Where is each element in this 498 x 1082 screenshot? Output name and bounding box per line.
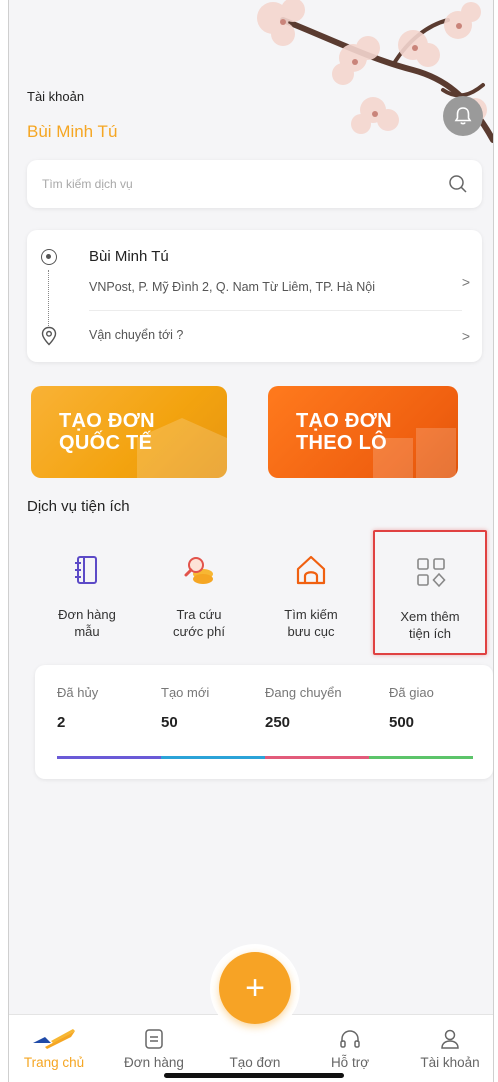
service-post-office-search[interactable]: Tìm kiếm bưu cục (255, 530, 367, 655)
service-label: Xem thêm tiện ích (400, 609, 460, 641)
account-name[interactable]: Bùi Minh Tú (27, 122, 117, 142)
stat-bar-delivered (369, 756, 473, 759)
stat-label: Đã giao (389, 685, 434, 700)
headset-icon (340, 1030, 360, 1048)
grid-more-icon (417, 558, 446, 588)
map-pin-icon (41, 326, 57, 346)
stat-bar-new (161, 756, 265, 759)
stat-bar-in-transit (265, 756, 369, 759)
notification-bell-button[interactable] (443, 96, 483, 136)
stat-value: 2 (57, 714, 66, 731)
account-label: Tài khoản (27, 89, 85, 104)
order-stats-card[interactable]: Đã hủy 2 Tạo mới 50 Đang chuyển 250 Đã g… (35, 665, 493, 779)
sender-chevron-icon[interactable]: > (462, 274, 470, 290)
services-title: Dịch vụ tiện ích (27, 498, 130, 515)
create-order-fab[interactable]: + (219, 952, 291, 1024)
sender-name[interactable]: Bùi Minh Tú (89, 248, 169, 265)
address-card: Bùi Minh Tú VNPost, P. Mỹ Đình 2, Q. Nam… (27, 230, 482, 362)
tab-label: Tài khoản (420, 1055, 480, 1070)
destination-input[interactable]: Vận chuyển tới ? (89, 328, 183, 342)
stat-value: 250 (265, 714, 291, 731)
destination-chevron-icon[interactable]: > (462, 328, 470, 344)
service-label: Tìm kiếm bưu cục (284, 607, 338, 639)
fee-lookup-icon (184, 557, 213, 584)
stat-cancelled[interactable]: Đã hủy 2 (57, 685, 98, 731)
app-screen: Tài khoản Bùi Minh Tú Tìm kiếm dịch vụ B… (8, 0, 494, 1082)
tab-label: Hỗ trợ (330, 1055, 370, 1070)
service-label: Tra cứu cước phí (173, 607, 225, 639)
user-icon (441, 1029, 459, 1049)
service-more-utilities[interactable]: Xem thêm tiện ích (373, 530, 487, 655)
cherry-blossom-decoration (257, 0, 493, 143)
tab-account[interactable]: Tài khoản (405, 1015, 493, 1082)
order-template-icon (75, 556, 97, 584)
tab-label: Trang chủ (23, 1055, 85, 1070)
divider (89, 310, 462, 311)
stat-value: 500 (389, 714, 415, 731)
search-input[interactable]: Tìm kiếm dịch vụ (42, 177, 133, 191)
create-international-order-label: TẠO ĐƠN QUỐC TẾ (59, 410, 155, 454)
stat-bar-cancelled (57, 756, 161, 759)
tab-label: Tạo đơn (229, 1055, 281, 1070)
sender-location-icon (41, 249, 57, 265)
create-batch-order-label: TẠO ĐƠN THEO LÔ (296, 410, 392, 454)
stat-label: Đã hủy (57, 685, 99, 700)
route-connector (48, 270, 49, 328)
tab-label: Đơn hàng (124, 1055, 184, 1070)
document-icon (145, 1029, 163, 1049)
stat-label: Tạo mới (161, 685, 210, 700)
home-indicator (164, 1073, 344, 1078)
tab-support[interactable]: Hỗ trợ (305, 1015, 395, 1082)
bell-icon (454, 107, 472, 125)
sender-address[interactable]: VNPost, P. Mỹ Đình 2, Q. Nam Từ Liêm, TP… (89, 280, 375, 294)
stat-label: Đang chuyển (265, 685, 342, 700)
stat-value: 50 (161, 714, 178, 731)
create-batch-order-button[interactable]: TẠO ĐƠN THEO LÔ (268, 386, 458, 478)
tab-home[interactable]: Trang chủ (9, 1015, 99, 1082)
service-fee-lookup[interactable]: Tra cứu cước phí (143, 530, 255, 655)
service-label: Đơn hàng mẫu (58, 607, 116, 639)
search-bar[interactable]: Tìm kiếm dịch vụ (27, 160, 482, 208)
vnpost-logo-icon (33, 1029, 75, 1049)
tab-orders[interactable]: Đơn hàng (109, 1015, 199, 1082)
service-order-template[interactable]: Đơn hàng mẫu (31, 530, 143, 655)
stat-in-transit[interactable]: Đang chuyển 250 (265, 685, 342, 731)
stat-delivered[interactable]: Đã giao 500 (389, 685, 434, 731)
search-icon[interactable] (448, 174, 468, 194)
stat-new[interactable]: Tạo mới 50 (161, 685, 209, 731)
post-office-icon (296, 555, 326, 585)
create-international-order-button[interactable]: TẠO ĐƠN QUỐC TẾ (31, 386, 227, 478)
